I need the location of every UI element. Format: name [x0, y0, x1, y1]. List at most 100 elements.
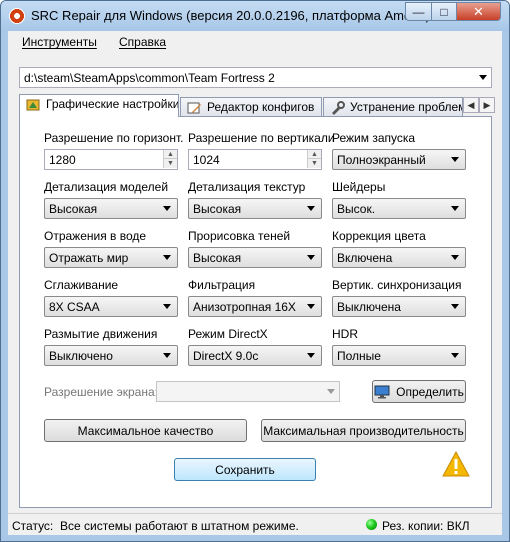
chevron-down-icon	[451, 157, 459, 162]
tab-label: Устранение проблем и	[350, 100, 463, 114]
color-correction-value: Включена	[337, 251, 393, 265]
water-label: Отражения в воде	[44, 229, 147, 243]
chevron-down-icon	[451, 304, 459, 309]
chevron-down-icon	[163, 353, 171, 358]
hdr-label: HDR	[332, 327, 358, 341]
texture-detail-select[interactable]: Высокая	[188, 198, 322, 219]
menu-bar: Инструменты Справка	[8, 31, 502, 53]
window-title: SRC Repair для Windows (версия 20.0.0.21…	[31, 8, 430, 23]
tab-scroll-right[interactable]: ▶	[479, 97, 495, 113]
backup-status: Рез. копии: ВКЛ	[382, 519, 470, 533]
antialiasing-label: Сглаживание	[44, 278, 119, 292]
minimize-button[interactable]: —	[405, 2, 432, 21]
texture-detail-label: Детализация текстур	[188, 180, 306, 194]
detect-button[interactable]: Определить	[372, 380, 466, 403]
motion-blur-label: Размытие движения	[44, 327, 158, 341]
color-correction-select[interactable]: Включена	[332, 247, 466, 268]
motion-blur-select[interactable]: Выключено	[44, 345, 178, 366]
max-quality-button[interactable]: Максимальное качество	[44, 419, 247, 442]
menu-help[interactable]: Справка	[119, 35, 166, 49]
menu-tools[interactable]: Инструменты	[22, 35, 97, 49]
shaders-value: Высок.	[337, 202, 376, 216]
chevron-down-icon	[307, 304, 315, 309]
launch-mode-label: Режим запуска	[332, 131, 416, 145]
chevron-down-icon	[451, 353, 459, 358]
shaders-select[interactable]: Высок.	[332, 198, 466, 219]
tab-scroll-left[interactable]: ◀	[463, 97, 479, 113]
chevron-left-icon: ◀	[467, 99, 475, 110]
close-icon: ✕	[473, 3, 484, 19]
spin-up-icon[interactable]: ▲	[307, 150, 321, 159]
color-correction-label: Коррекция цвета	[332, 229, 426, 243]
tab-config-editor[interactable]: Редактор конфигов	[180, 97, 322, 117]
save-button[interactable]: Сохранить	[174, 458, 316, 481]
max-performance-button[interactable]: Максимальная производительность	[261, 419, 466, 442]
troubleshoot-icon	[332, 101, 345, 115]
filtering-select[interactable]: Анизотропная 16X	[188, 296, 322, 317]
vres-value: 1024	[193, 153, 220, 167]
shadows-select[interactable]: Высокая	[188, 247, 322, 268]
chevron-down-icon	[307, 255, 315, 260]
backup-status-icon	[366, 519, 377, 530]
tab-graphics-settings[interactable]: Графические настройки	[19, 94, 179, 117]
graphics-settings-panel: Разрешение по горизонт. 1280 ▲ ▼ Разрешен…	[19, 116, 492, 508]
minimize-icon: —	[412, 4, 425, 19]
screen-res-select	[156, 381, 340, 402]
warning-icon	[442, 451, 470, 477]
water-value: Отражать мир	[49, 251, 129, 265]
chevron-down-icon	[451, 255, 459, 260]
tab-bar: Графические настройки Редактор конфигов …	[19, 94, 495, 117]
antialiasing-value: 8X CSAA	[49, 300, 100, 314]
hdr-select[interactable]: Полные	[332, 345, 466, 366]
model-detail-select[interactable]: Высокая	[44, 198, 178, 219]
vres-input[interactable]: 1024 ▲ ▼	[188, 149, 322, 170]
model-detail-label: Детализация моделей	[44, 180, 169, 194]
monitor-icon	[374, 385, 390, 398]
shadows-value: Высокая	[193, 251, 242, 265]
directx-select[interactable]: DirectX 9.0c	[188, 345, 322, 366]
vres-stepper[interactable]: ▲ ▼	[307, 150, 321, 169]
vsync-label: Вертик. синхронизация	[332, 278, 462, 292]
client-area: Инструменты Справка d:\steam\SteamApps\c…	[8, 31, 502, 535]
water-select[interactable]: Отражать мир	[44, 247, 178, 268]
spin-down-icon[interactable]: ▼	[163, 159, 177, 168]
status-label: Статус:	[12, 519, 54, 533]
status-text: Все системы работают в штатном режиме.	[60, 519, 299, 533]
title-bar[interactable]: SRC Repair для Windows (версия 20.0.0.21…	[1, 1, 509, 31]
directx-value: DirectX 9.0c	[193, 349, 259, 363]
tab-label: Графические настройки	[46, 97, 179, 111]
spin-up-icon[interactable]: ▲	[163, 150, 177, 159]
app-logo-icon	[9, 8, 25, 24]
chevron-right-icon: ▶	[483, 99, 491, 110]
tab-troubleshooting[interactable]: Устранение проблем и	[323, 97, 463, 117]
chevron-down-icon	[327, 389, 335, 394]
maximize-button[interactable]: □	[431, 2, 457, 21]
hres-stepper[interactable]: ▲ ▼	[163, 150, 177, 169]
chevron-down-icon	[163, 206, 171, 211]
vsync-select[interactable]: Выключена	[332, 296, 466, 317]
game-path-value: d:\steam\SteamApps\common\Team Fortress …	[24, 71, 275, 85]
screen-res-label: Разрешение экрана:	[44, 385, 158, 399]
vres-label: Разрешение по вертикали	[188, 131, 335, 145]
shadows-label: Прорисовка теней	[188, 229, 291, 243]
hdr-value: Полные	[337, 349, 381, 363]
texture-detail-value: Высокая	[193, 202, 242, 216]
maximize-icon: □	[440, 4, 448, 19]
chevron-down-icon	[307, 353, 315, 358]
chevron-down-icon	[451, 206, 459, 211]
status-bar: Статус: Все системы работают в штатном р…	[8, 513, 502, 535]
spin-down-icon[interactable]: ▼	[307, 159, 321, 168]
model-detail-value: Высокая	[49, 202, 98, 216]
hres-label: Разрешение по горизонт.	[44, 131, 184, 145]
hres-value: 1280	[49, 153, 76, 167]
antialiasing-select[interactable]: 8X CSAA	[44, 296, 178, 317]
chevron-down-icon	[307, 206, 315, 211]
close-button[interactable]: ✕	[456, 2, 501, 21]
hres-input[interactable]: 1280 ▲ ▼	[44, 149, 178, 170]
graphics-settings-icon	[26, 99, 40, 111]
motion-blur-value: Выключено	[49, 349, 113, 363]
launch-mode-value: Полноэкранный	[337, 153, 426, 167]
launch-mode-select[interactable]: Полноэкранный	[332, 149, 466, 170]
game-path-select[interactable]: d:\steam\SteamApps\common\Team Fortress …	[19, 67, 492, 88]
app-window: SRC Repair для Windows (версия 20.0.0.21…	[0, 0, 510, 542]
